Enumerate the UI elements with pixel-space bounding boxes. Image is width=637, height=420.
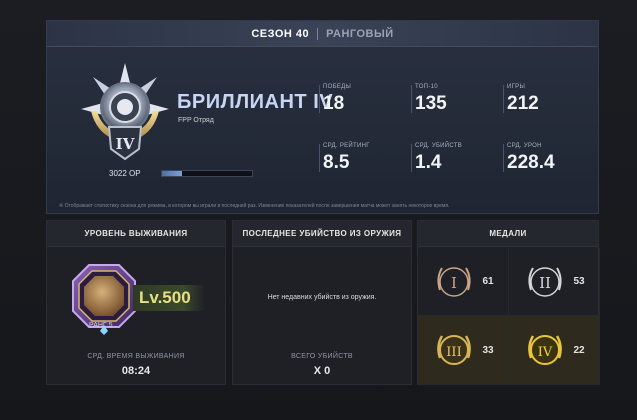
season-footnote: ※ Отображает статистику сезона для режим… — [59, 203, 450, 209]
stat-label: СРД. УБИЙСТВ — [415, 143, 463, 149]
medal-count: 33 — [482, 344, 494, 356]
stat-label: ПОБЕДЫ — [323, 84, 352, 90]
avg-survival-time-value: 08:24 — [121, 365, 151, 377]
no-recent-kills-text: Нет недавних убийств из оружия. — [267, 294, 377, 301]
medal-numeral: IV — [538, 345, 553, 360]
laurel-medal-icon: I — [437, 266, 472, 297]
last-weapon-kill-panel: ПОСЛЕДНЕЕ УБИЙСТВО ИЗ ОРУЖИЯ Нет недавни… — [232, 220, 412, 385]
medal-tier-3[interactable]: III 33 — [418, 316, 509, 385]
stat-wins: ПОБЕДЫ 18 — [318, 84, 352, 115]
diamond-rank-emblem-icon: IV — [81, 63, 169, 161]
laurel-medal-icon: II — [528, 266, 563, 297]
rank-points-label: 3022 ОР — [109, 169, 141, 178]
medal-numeral: I — [451, 274, 457, 292]
medal-tier-1[interactable]: I 61 — [418, 248, 509, 316]
last-kill-header: ПОСЛЕДНЕЕ УБИЙСТВО ИЗ ОРУЖИЯ — [233, 221, 411, 247]
stat-label: СРД. РЕЙТИНГ — [323, 143, 370, 149]
medal-count: 22 — [573, 344, 585, 356]
medal-grid: I 61 II 53 III 33 IV 22 — [418, 248, 600, 385]
survival-level: Lv.500 — [133, 285, 205, 311]
rank-points-progress-bar — [161, 170, 253, 177]
stat-avg-damage: СРД. УРОН 228.4 — [503, 143, 555, 174]
season-separator — [317, 27, 319, 40]
stat-games: ИГРЫ 212 — [503, 84, 539, 115]
stat-label: ИГРЫ — [507, 84, 526, 90]
survival-header: УРОВЕНЬ ВЫЖИВАНИЯ — [47, 221, 225, 247]
stat-value: 228.4 — [507, 152, 555, 173]
medal-count: 53 — [573, 276, 585, 287]
stat-avg-kills: СРД. УБИЙСТВ 1.4 — [410, 143, 463, 174]
avg-survival-time-label: СРД. ВРЕМЯ ВЫЖИВАНИЯ — [87, 353, 185, 360]
laurel-medal-icon: III — [437, 335, 472, 365]
stat-value: 212 — [507, 93, 539, 114]
stat-avg-rating: СРД. РЕЙТИНГ 8.5 — [319, 143, 370, 174]
stat-label: ТОП-10 — [415, 84, 438, 90]
stat-value: 1.4 — [415, 152, 442, 173]
season-stats-panel: СЕЗОН 40 РАНГОВЫЙ IV БРИЛЛИАНТ IV FPP От… — [46, 20, 599, 214]
survival-level-panel: УРОВЕНЬ ВЫЖИВАНИЯ Lv.500 РАНГ 5 СРД. ВРЕ… — [46, 220, 226, 385]
total-kills-label: ВСЕГО УБИЙСТВ — [291, 353, 353, 360]
stat-value: 135 — [415, 93, 447, 114]
medal-numeral: III — [447, 345, 462, 360]
rank-subtitle: FPP Отряд — [178, 117, 214, 124]
stat-top10: ТОП-10 135 — [411, 84, 447, 115]
stat-label: СРД. УРОН — [507, 143, 542, 149]
mode-label: РАНГОВЫЙ — [326, 27, 394, 40]
stat-value: 18 — [323, 93, 345, 114]
medals-header: МЕДАЛИ — [418, 221, 598, 247]
medal-numeral: II — [540, 274, 552, 292]
season-label: СЕЗОН 40 — [251, 27, 310, 40]
medal-tier-4[interactable]: IV 22 — [509, 316, 600, 385]
medal-tier-2[interactable]: II 53 — [509, 248, 600, 316]
stat-value: 8.5 — [323, 152, 350, 173]
season-bar: СЕЗОН 40 РАНГОВЫЙ — [47, 21, 598, 47]
rank-name: БРИЛЛИАНТ IV — [177, 91, 334, 113]
laurel-medal-icon: IV — [528, 335, 563, 365]
rank-points-progress-fill — [162, 171, 182, 176]
medals-panel: МЕДАЛИ I 61 II 53 III 33 IV 22 — [417, 220, 600, 385]
medal-count: 61 — [482, 276, 494, 287]
total-kills-value: X 0 — [313, 365, 331, 377]
survival-rank-label: РАНГ 5 — [89, 322, 113, 329]
rank-tier-numeral: IV — [116, 135, 135, 153]
